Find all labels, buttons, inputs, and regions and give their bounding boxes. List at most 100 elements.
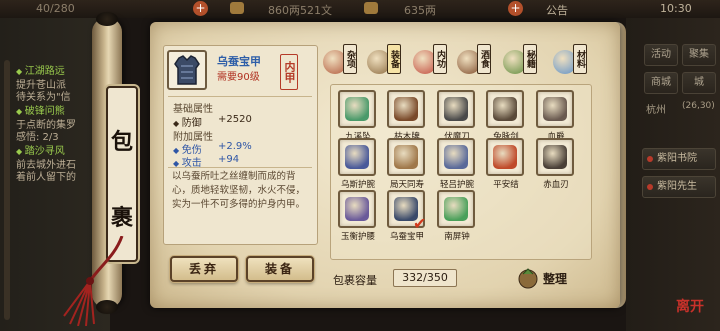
divider — [168, 96, 312, 97]
tab-label: 酒食 — [477, 44, 491, 74]
sword-icon — [493, 97, 517, 121]
inventory-slot[interactable] — [536, 90, 574, 128]
tab-internal-skill[interactable]: 内功 — [413, 44, 455, 78]
quest-title[interactable]: 破锋问熊 — [16, 102, 65, 117]
belt-icon — [345, 197, 369, 221]
activity-button[interactable]: 活动 — [644, 44, 678, 66]
blade-icon — [543, 145, 567, 169]
nav-ziyang-academy[interactable]: 紫阳书院 — [642, 148, 716, 170]
inventory-slot[interactable] — [437, 138, 475, 176]
inventory-slot[interactable] — [486, 90, 524, 128]
inventory-item[interactable]: 伏魔刀 — [437, 90, 477, 142]
inventory-slot[interactable] — [387, 138, 425, 176]
leave-button[interactable]: 离开 — [676, 296, 704, 316]
ring-icon — [394, 145, 418, 169]
equip-slot-seal: 内甲 — [280, 54, 298, 90]
silver-value: 860两521文 — [268, 4, 332, 17]
capacity-value: 332/350 — [393, 269, 457, 287]
divider — [168, 167, 312, 168]
inventory-slot[interactable] — [486, 138, 524, 176]
add-stamina-button[interactable]: + — [193, 1, 208, 16]
quest-title[interactable]: 踏沙寻风 — [16, 142, 65, 157]
quest-text: 着前人留下的 — [16, 172, 76, 183]
add-gold-button[interactable]: + — [508, 1, 523, 16]
inventory-slot[interactable] — [536, 138, 574, 176]
inventory-item[interactable]: 平安结 — [486, 138, 526, 190]
tab-sundries[interactable]: 杂项 — [323, 44, 365, 78]
item-description: 以乌蚕所吐之丝缠制而成的背心，质地轻软坚韧，水火不侵，实为一件不可多得的护身内甲… — [172, 171, 306, 210]
selected-item-frame — [167, 50, 207, 90]
quest-scrollbar[interactable] — [4, 60, 10, 320]
tab-label: 秘籍 — [523, 44, 537, 74]
inventory-item[interactable]: 南屏钟 — [437, 190, 477, 242]
tab-wine-food[interactable]: 酒食 — [457, 44, 499, 78]
inventory-slot[interactable] — [338, 138, 376, 176]
selected-item-requirement: 需要90级 — [217, 72, 260, 83]
inventory-item[interactable]: 玉衡护腰 — [338, 190, 378, 242]
inventory-slot[interactable] — [338, 190, 376, 228]
bracer-icon — [345, 145, 369, 169]
attr-label: 防御 — [173, 114, 202, 129]
base-attrs-header: 基础属性 — [173, 104, 213, 115]
panel-title-char: 包 — [110, 129, 133, 155]
tab-label: 材料 — [573, 44, 587, 74]
inventory-item[interactable]: 局天同寿 — [387, 138, 427, 190]
item-name: 乌蚕宝甲 — [389, 232, 424, 242]
shop-button[interactable]: 商城 — [644, 72, 678, 94]
wood-tablet-icon — [394, 97, 418, 121]
item-name: 局天同寿 — [389, 180, 424, 190]
attr-value: +2.9% — [218, 141, 252, 152]
item-name: 乌斯护腕 — [340, 180, 375, 190]
quest-text: 待关系为"信 — [16, 92, 71, 103]
quest-text: 感悟: 2/3 — [16, 132, 59, 143]
inventory-slot[interactable]: ✔ — [387, 190, 426, 233]
tab-material[interactable]: 材料 — [553, 44, 595, 78]
gold-value: 635两 — [404, 4, 436, 17]
pendant-icon — [345, 97, 369, 121]
attr-value: +2520 — [218, 114, 252, 125]
panel-title-char: 裹 — [110, 205, 133, 231]
item-name: 南屏钟 — [444, 232, 470, 242]
quest-title[interactable]: 江湖路远 — [16, 62, 65, 77]
scroll-knob-top — [96, 12, 118, 26]
discard-button[interactable]: 丢弃 — [170, 256, 238, 282]
inventory-slot[interactable] — [437, 90, 475, 128]
capacity-label: 包裹容量 — [333, 274, 377, 287]
gather-button[interactable]: 聚集 — [682, 44, 716, 66]
inventory-item[interactable]: 轻吕护腕 — [437, 138, 477, 190]
sort-label[interactable]: 整理 — [543, 270, 567, 287]
inventory-item[interactable]: ✔ 乌蚕宝甲 — [387, 190, 427, 242]
location-coords: (26,30) — [682, 101, 715, 111]
attr-value: +94 — [218, 154, 240, 165]
location-name: 杭州 — [646, 105, 666, 116]
claw-icon — [543, 97, 567, 121]
item-name: 轻吕护腕 — [439, 180, 474, 190]
saber-icon — [444, 97, 468, 121]
inventory-slot[interactable] — [338, 90, 376, 128]
inventory-item[interactable]: 赤血刃 — [536, 138, 576, 190]
inventory-item[interactable]: 乌斯护腕 — [338, 138, 378, 190]
inventory-item[interactable]: 兔脉剑 — [486, 90, 526, 142]
tassel-icon — [63, 236, 124, 326]
tab-label: 杂项 — [343, 44, 357, 74]
gold-icon — [364, 2, 378, 14]
announcement-link[interactable]: 公告 — [546, 2, 568, 18]
tab-manual[interactable]: 秘籍 — [503, 44, 545, 78]
armor-icon — [174, 55, 200, 85]
nav-ziyang-master[interactable]: 紫阳先生 — [642, 176, 716, 198]
tab-label: 装备 — [387, 44, 401, 74]
inventory-slot[interactable] — [387, 90, 425, 128]
inventory-slot[interactable] — [437, 190, 475, 228]
bell-icon — [444, 197, 468, 221]
clock: 10:30 — [660, 2, 692, 15]
knot-icon — [493, 145, 517, 169]
inventory-item[interactable]: 血爵 — [536, 90, 576, 142]
inventory-item[interactable]: 枯木牌 — [387, 90, 427, 142]
selected-item-name: 乌蚕宝甲 — [217, 55, 261, 68]
item-name: 平安结 — [493, 180, 519, 190]
equip-button[interactable]: 装备 — [246, 256, 314, 282]
city-button[interactable]: 城 — [682, 72, 716, 94]
stamina-value: 40/280 — [36, 2, 75, 15]
tab-equipment[interactable]: 装备 — [367, 44, 409, 78]
inventory-item[interactable]: 九溪坠 — [338, 90, 378, 142]
